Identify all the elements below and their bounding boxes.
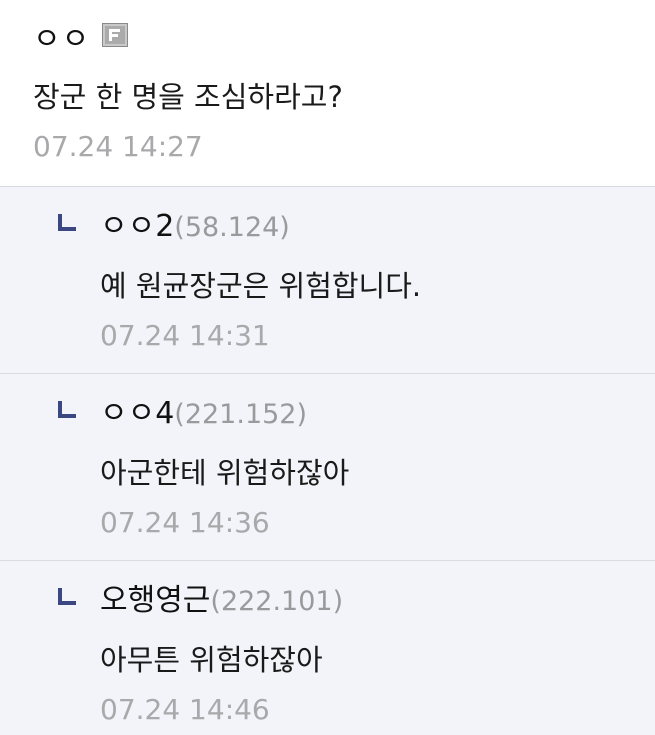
comment-text: 장군 한 명을 조심하라고? <box>33 80 343 114</box>
reply-item: 오행영근(222.101) 아무튼 위험하잖아 07.24 14:46 <box>0 560 655 735</box>
reply-item: ㅇㅇ4(221.152) 아군한테 위험하잖아 07.24 14:36 <box>0 373 655 560</box>
reply-author-name[interactable]: 오행영근 <box>100 583 210 618</box>
reply-date: 07.24 14:36 <box>100 506 270 539</box>
comment-thread: ㅇㅇ 장군 한 명을 조심하라고? 07.24 14:27 ㅇㅇ2(58.124… <box>0 0 655 735</box>
reply-text: 아군한테 위험하잖아 <box>100 456 350 490</box>
reply-text: 예 원균장군은 위험합니다. <box>100 269 422 303</box>
reply-author: ㅇㅇ2(58.124) <box>100 207 290 251</box>
reply-text: 아무튼 위험하잖아 <box>100 643 323 677</box>
fixed-nick-icon <box>102 23 128 47</box>
comment-author-nickname[interactable]: ㅇㅇ <box>33 20 90 60</box>
reply-date: 07.24 14:46 <box>100 693 270 726</box>
reply-author: ㅇㅇ4(221.152) <box>100 394 307 438</box>
comment: ㅇㅇ 장군 한 명을 조심하라고? 07.24 14:27 <box>0 0 655 186</box>
reply-item: ㅇㅇ2(58.124) 예 원균장군은 위험합니다. 07.24 14:31 <box>0 186 655 373</box>
reply-date: 07.24 14:31 <box>100 319 270 352</box>
reply-author: 오행영근(222.101) <box>100 581 343 625</box>
reply-author-name[interactable]: ㅇㅇ4 <box>100 396 174 431</box>
comment-date: 07.24 14:27 <box>33 130 203 163</box>
reply-author-ip: (58.124) <box>174 212 290 243</box>
reply-arrow-icon <box>56 586 78 608</box>
reply-author-ip: (222.101) <box>210 586 344 617</box>
reply-author-ip: (221.152) <box>174 399 308 430</box>
reply-arrow-icon <box>56 212 78 234</box>
reply-arrow-icon <box>56 399 78 421</box>
reply-author-name[interactable]: ㅇㅇ2 <box>100 209 174 244</box>
